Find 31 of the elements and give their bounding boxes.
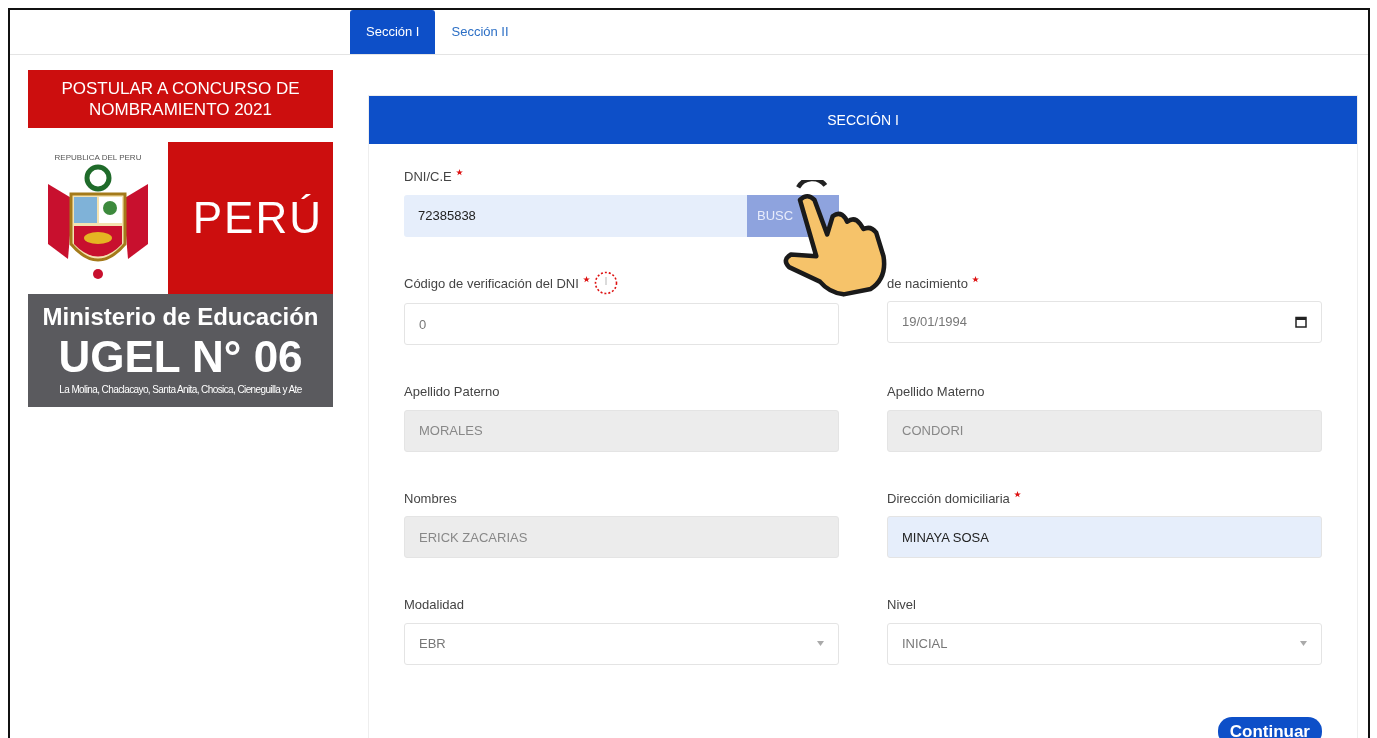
field-label: Nivel bbox=[887, 596, 916, 615]
input-field[interactable]: CONDORI bbox=[887, 409, 1322, 452]
calendar-icon[interactable] bbox=[1295, 316, 1307, 328]
districts-text: La Molina, Chaclacayo, Santa Anita, Chosica, Cieneguilla y Ate bbox=[58, 383, 303, 397]
country-name: PERÚ bbox=[168, 142, 333, 294]
field-label: DNI/C.E bbox=[404, 168, 452, 186]
field-label: Apellido Paterno bbox=[404, 383, 500, 402]
section-tab[interactable]: Sección I bbox=[350, 10, 436, 54]
input-field[interactable]: 0 bbox=[404, 303, 839, 346]
field-label: Código de verificación del DNI bbox=[404, 274, 579, 293]
info-icon[interactable] bbox=[593, 271, 618, 296]
select-field[interactable]: INICIAL bbox=[887, 622, 1322, 665]
emblem-caption: REPUBLICA DEL PERU bbox=[54, 152, 142, 164]
select-field[interactable]: EBR bbox=[404, 622, 839, 665]
banner-title: POSTULAR A CONCURSO DE NOMBRAMIENTO 2021 bbox=[28, 70, 333, 128]
field-label: Modalidad bbox=[404, 596, 464, 615]
section-tab[interactable]: Sección II bbox=[435, 10, 525, 54]
field-label: Nombres bbox=[404, 489, 457, 508]
input-field[interactable]: MORALES bbox=[404, 409, 839, 452]
caret-icon bbox=[817, 641, 824, 647]
input-field[interactable]: MINAYA SOSA bbox=[887, 516, 1322, 559]
date-field[interactable]: 19/01/1994 bbox=[887, 301, 1322, 343]
continue-button[interactable]: Continuar bbox=[1217, 716, 1322, 738]
caret-icon bbox=[1300, 641, 1307, 647]
field-label: Dirección domiciliaria bbox=[887, 489, 1010, 508]
field-label: Apellido Materno bbox=[887, 383, 985, 402]
field-label: de nacimiento bbox=[887, 274, 968, 293]
office-name: UGEL N° 06 bbox=[57, 332, 304, 382]
section-header: SECCIÓN I bbox=[369, 96, 1357, 144]
ministry-name: Ministerio de Educación bbox=[41, 302, 320, 332]
input-field[interactable]: ERICK ZACARIAS bbox=[404, 516, 839, 559]
